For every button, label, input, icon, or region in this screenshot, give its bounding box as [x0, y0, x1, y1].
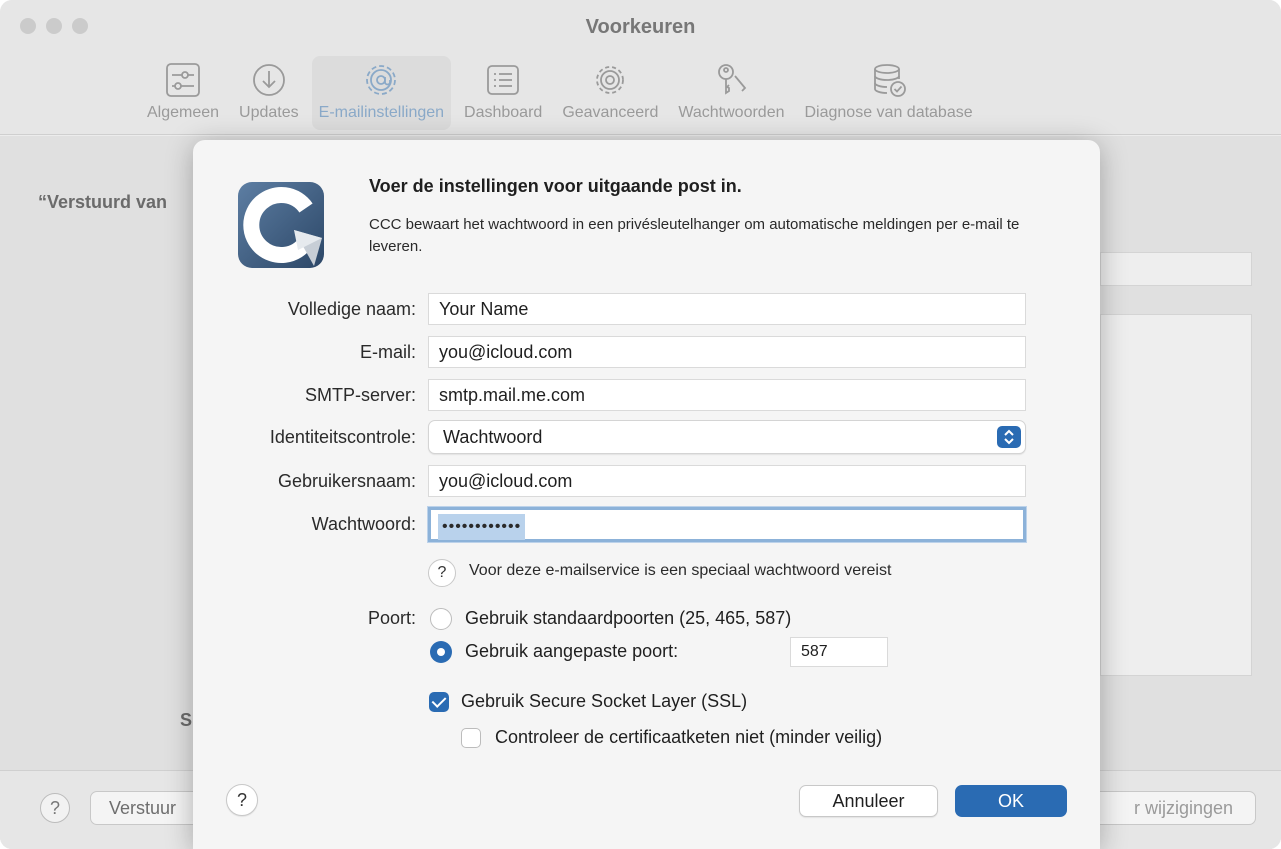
at-gear-icon — [366, 65, 397, 95]
chevron-updown-icon — [997, 426, 1021, 448]
auth-label: Identiteitscontrole: — [269, 427, 416, 447]
ccc-app-icon — [238, 182, 324, 268]
password-value: •••••••••••• — [438, 514, 526, 540]
password-field[interactable]: •••••••••••• — [428, 507, 1026, 542]
password-label: Wachtwoord: — [311, 514, 416, 534]
tab-label: Dashboard — [464, 104, 543, 121]
background-heading: “Verstuurd van — [38, 192, 168, 212]
gear-icon — [596, 66, 625, 94]
tab-wachtwoorden[interactable]: Wachtwoorden — [671, 56, 791, 130]
tab-label: Geavanceerd — [562, 104, 659, 121]
tab-dashboard[interactable]: Dashboard — [457, 56, 549, 130]
radio-custom-port[interactable] — [430, 641, 452, 663]
custom-port-field[interactable]: 587 — [790, 637, 888, 667]
ok-button[interactable]: OK — [955, 785, 1067, 817]
smtp-server-field[interactable]: smtp.mail.me.com — [428, 379, 1026, 411]
standard-ports-label: Gebruik standaardpoorten (25, 465, 587) — [465, 608, 792, 628]
window-title: Voorkeuren — [585, 16, 696, 38]
database-check-icon — [873, 64, 906, 97]
sheet-description: CCC bewaart het wachtwoord in een privés… — [369, 216, 1020, 255]
preferences-toolbar: Algemeen Updates E-mailinstellingen Dash… — [140, 56, 980, 132]
tab-label: Diagnose van database — [804, 104, 973, 121]
no-verify-label: Controleer de certificaatketen niet (min… — [495, 727, 883, 747]
tab-label: Algemeen — [147, 104, 220, 121]
outgoing-mail-sheet: Voer de instellingen voor uitgaande post… — [193, 140, 1100, 849]
full-name-label: Volledige naam: — [287, 299, 416, 319]
username-field[interactable]: you@icloud.com — [428, 465, 1026, 497]
list-icon — [487, 65, 520, 95]
tab-geavanceerd[interactable]: Geavanceerd — [555, 56, 665, 130]
tab-diagnose-van-database[interactable]: Diagnose van database — [798, 56, 980, 130]
tab-label: E-mailinstellingen — [318, 104, 445, 121]
background-field — [1100, 252, 1252, 286]
background-label: S — [180, 710, 193, 730]
preferences-window: Voorkeuren Algemeen Updates E-mailinstel… — [0, 0, 1281, 849]
tab-label: Updates — [239, 104, 299, 121]
password-help-button[interactable]: ? — [428, 559, 456, 587]
auth-selected-value: Wachtwoord — [443, 427, 543, 447]
full-name-field[interactable]: Your Name — [428, 293, 1026, 325]
title-bar: Voorkeuren Algemeen Updates E-mailinstel… — [0, 0, 1281, 135]
radio-standard-ports[interactable] — [430, 608, 452, 630]
email-field[interactable]: you@icloud.com — [428, 336, 1026, 368]
sliders-icon — [166, 63, 200, 97]
smtp-server-label: SMTP-server: — [304, 385, 416, 405]
port-label: Poort: — [367, 608, 416, 628]
email-label: E-mail: — [359, 342, 416, 362]
tab-e-mailinstellingen[interactable]: E-mailinstellingen — [311, 56, 452, 130]
no-verify-checkbox[interactable] — [461, 728, 481, 748]
password-help-text: Voor deze e-mailservice is een speciaal … — [469, 562, 892, 579]
tab-algemeen[interactable]: Algemeen — [140, 56, 226, 130]
custom-port-label: Gebruik aangepaste poort: — [465, 641, 679, 661]
cancel-button[interactable]: Annuleer — [799, 785, 938, 817]
background-help-button[interactable]: ? — [40, 793, 70, 823]
download-icon — [252, 64, 285, 96]
ssl-checkbox[interactable] — [429, 692, 449, 712]
sheet-title: Voer de instellingen voor uitgaande post… — [369, 176, 742, 196]
keys-icon — [718, 64, 747, 95]
background-textarea — [1100, 314, 1252, 676]
ssl-label: Gebruik Secure Socket Layer (SSL) — [461, 691, 748, 711]
sheet-help-button[interactable]: ? — [226, 784, 258, 816]
username-label: Gebruikersnaam: — [277, 471, 416, 491]
auth-select[interactable]: Wachtwoord — [428, 420, 1026, 454]
tab-label: Wachtwoorden — [678, 104, 785, 121]
tab-updates[interactable]: Updates — [232, 56, 306, 130]
